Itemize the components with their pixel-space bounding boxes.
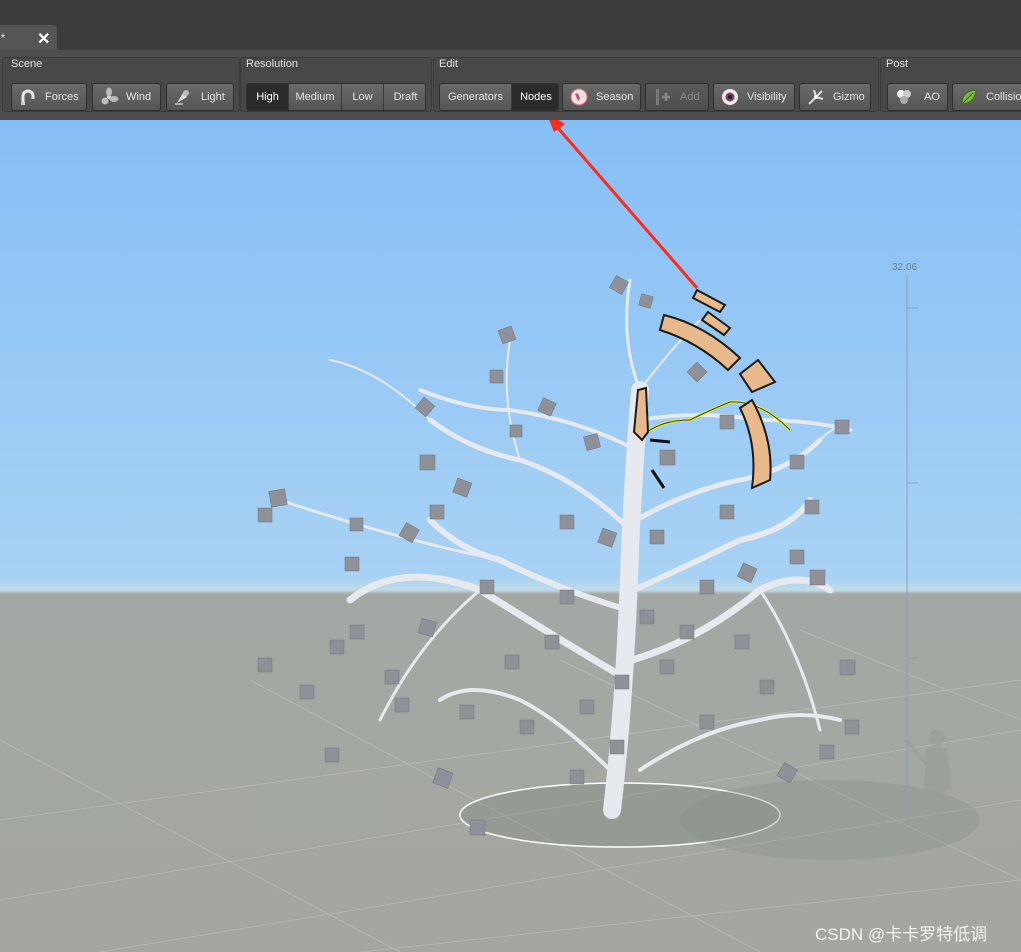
resolution-draft[interactable]: Draft bbox=[384, 84, 425, 110]
forces-label: Forces bbox=[45, 91, 79, 103]
tree-model bbox=[278, 278, 852, 819]
post-group-label: Post bbox=[886, 58, 909, 70]
collision-button[interactable]: Collision bbox=[952, 83, 1021, 111]
gizmo-icon bbox=[808, 89, 824, 105]
add-node-icon bbox=[656, 89, 670, 105]
scene-render bbox=[0, 120, 1021, 952]
edit-mode-selector: Generators Nodes bbox=[439, 83, 559, 111]
height-ruler-label: 32.06 bbox=[892, 262, 918, 273]
main-toolbar: Scene Forces Wind Light Resolution High … bbox=[0, 50, 1021, 120]
document-tab-strip: e* ✕ bbox=[0, 0, 1021, 51]
mode-nodes[interactable]: Nodes bbox=[512, 84, 558, 110]
ao-icon bbox=[897, 90, 911, 104]
close-icon[interactable]: ✕ bbox=[37, 29, 50, 49]
season-button[interactable]: Season bbox=[562, 83, 641, 111]
light-button[interactable]: Light bbox=[166, 83, 234, 111]
resolution-low[interactable]: Low bbox=[342, 84, 384, 110]
visibility-button[interactable]: Visibility bbox=[713, 83, 795, 111]
3d-viewport[interactable]: 32.06 CSDN @卡卡罗特低调 bbox=[0, 120, 1021, 952]
document-tab-title: e* bbox=[0, 31, 6, 45]
wind-button[interactable]: Wind bbox=[92, 83, 161, 111]
app-top-bar: e* ✕ Scene Forces Wind bbox=[0, 0, 1021, 120]
lamp-icon bbox=[175, 90, 189, 105]
forces-button[interactable]: Forces bbox=[11, 83, 87, 111]
add-label: Add bbox=[680, 91, 700, 103]
light-label: Light bbox=[201, 91, 225, 103]
gizmo-segment-5[interactable] bbox=[738, 398, 772, 490]
node-gizmo[interactable] bbox=[632, 288, 777, 490]
add-button[interactable]: Add bbox=[645, 83, 709, 111]
resolution-selector: High Medium Low Draft bbox=[246, 83, 426, 111]
gizmo-segment-3[interactable] bbox=[658, 313, 742, 372]
magnet-icon bbox=[21, 89, 35, 105]
season-label: Season bbox=[596, 91, 634, 103]
tree-leaves bbox=[257, 275, 860, 836]
leaf-icon bbox=[961, 89, 977, 105]
gizmo-segment-4[interactable] bbox=[738, 358, 777, 394]
height-ruler bbox=[906, 275, 918, 820]
watermark-text: CSDN @卡卡罗特低调 bbox=[815, 925, 988, 944]
fan-icon bbox=[101, 87, 119, 105]
wind-label: Wind bbox=[126, 91, 152, 103]
globe-icon bbox=[570, 88, 588, 106]
annotation-arrow bbox=[549, 120, 699, 289]
ao-label: AO bbox=[924, 91, 940, 103]
scene-group: Scene Forces Wind Light bbox=[2, 57, 240, 112]
resolution-high[interactable]: High bbox=[247, 84, 289, 110]
post-group: Post AO Collision bbox=[880, 57, 1021, 112]
scene-group-label: Scene bbox=[11, 58, 43, 70]
resolution-group-label: Resolution bbox=[246, 58, 298, 70]
document-tab[interactable]: e* ✕ bbox=[0, 25, 57, 51]
gizmo-segment-1[interactable] bbox=[691, 288, 727, 314]
ao-button[interactable]: AO bbox=[887, 83, 948, 111]
mode-generators[interactable]: Generators bbox=[440, 84, 512, 110]
collision-label: Collision bbox=[986, 91, 1021, 103]
visibility-label: Visibility bbox=[747, 91, 787, 103]
gizmo-button[interactable]: Gizmo bbox=[799, 83, 871, 111]
edit-group: Edit Generators Nodes Season Add Visibil… bbox=[433, 57, 879, 112]
resolution-medium[interactable]: Medium bbox=[289, 84, 342, 110]
eye-icon bbox=[722, 89, 738, 105]
edit-group-label: Edit bbox=[439, 58, 458, 70]
gizmo-label: Gizmo bbox=[833, 91, 865, 103]
resolution-group: Resolution High Medium Low Draft bbox=[240, 57, 432, 112]
